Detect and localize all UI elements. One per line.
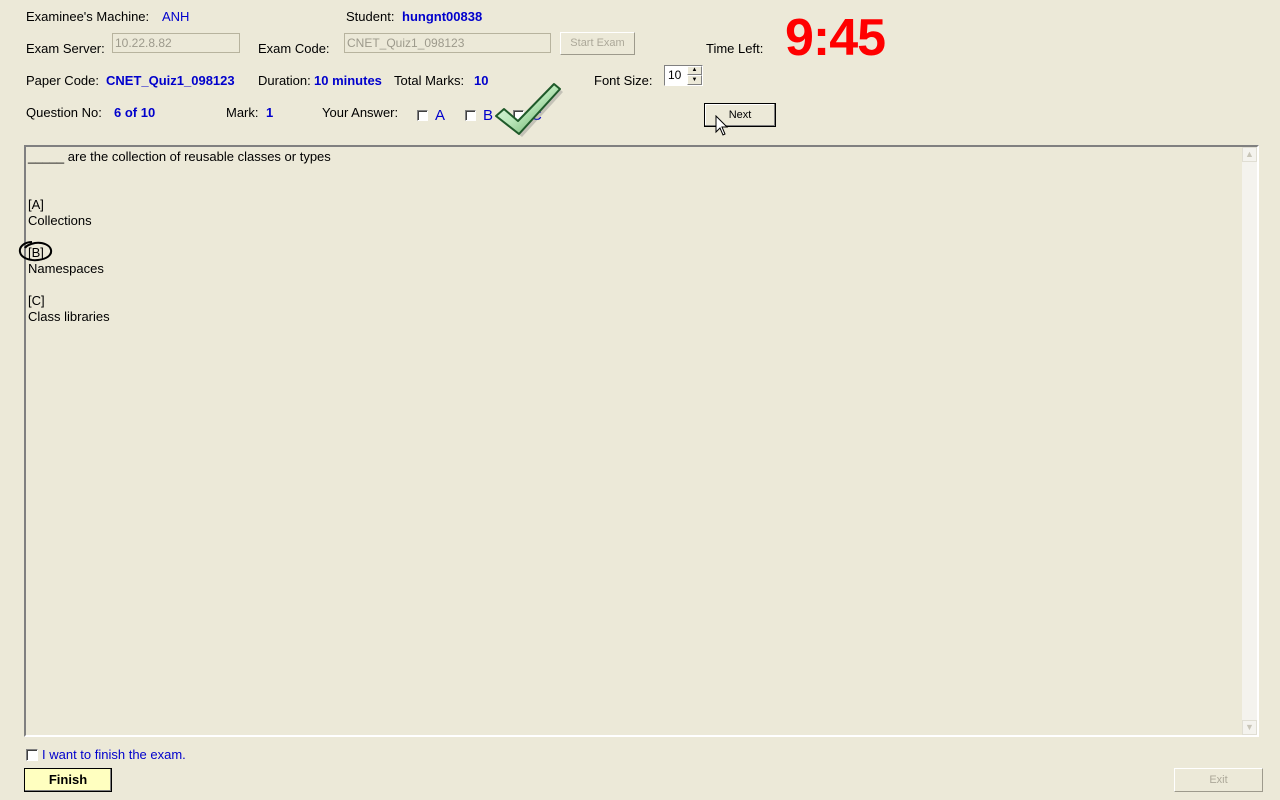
answer-a-checkbox[interactable]	[417, 110, 428, 121]
option-c-key: [C]	[28, 293, 45, 308]
machine-label: Examinee's Machine:	[26, 9, 150, 24]
annotation-circle-icon	[18, 241, 53, 262]
answer-a-label: A	[435, 107, 446, 124]
time-left-label: Time Left:	[706, 41, 764, 56]
paper-code-label: Paper Code:	[26, 73, 99, 88]
time-left-value: 9:45	[785, 9, 886, 67]
total-marks-value: 10	[474, 73, 489, 88]
font-size-value: 10	[668, 68, 682, 82]
finish-exam-checkbox[interactable]	[26, 749, 38, 761]
machine-value: ANH	[162, 9, 190, 24]
question-content-panel[interactable]: _____ are the collection of reusable cla…	[18, 145, 1259, 737]
font-size-spinner[interactable]: 10 ▲ ▼	[664, 65, 703, 86]
start-exam-button[interactable]: Start Exam	[560, 32, 635, 55]
answer-b-checkbox[interactable]	[465, 110, 476, 121]
student-label: Student:	[346, 9, 395, 24]
question-no-value: 6 of 10	[114, 105, 156, 120]
option-c-text: Class libraries	[28, 309, 110, 324]
server-label: Exam Server:	[26, 41, 105, 56]
mark-label: Mark:	[226, 105, 259, 120]
option-a-text: Collections	[28, 213, 92, 228]
total-marks-label: Total Marks:	[394, 73, 465, 88]
finish-button[interactable]: Finish	[24, 768, 112, 792]
exit-button[interactable]: Exit	[1174, 768, 1263, 792]
question-no-label: Question No:	[26, 105, 102, 120]
font-size-label: Font Size:	[594, 73, 653, 88]
option-a-key: [A]	[28, 197, 44, 212]
spin-up-icon[interactable]: ▲	[687, 66, 702, 75]
duration-value: 10 minutes	[314, 73, 382, 88]
exam-code-field: CNET_Quiz1_098123	[344, 33, 551, 53]
duration-label: Duration:	[258, 73, 311, 88]
finish-exam-checkbox-label: I want to finish the exam.	[42, 747, 186, 762]
exam-code-label: Exam Code:	[258, 41, 330, 56]
scroll-up-icon[interactable]: ▲	[1242, 147, 1257, 162]
spin-down-icon[interactable]: ▼	[687, 75, 702, 85]
your-answer-label: Your Answer:	[322, 105, 399, 120]
mark-value: 1	[266, 105, 274, 120]
paper-code-value: CNET_Quiz1_098123	[106, 73, 235, 88]
vertical-scrollbar[interactable]: ▲ ▼	[1242, 147, 1257, 735]
question-text: _____ are the collection of reusable cla…	[28, 149, 331, 164]
server-field: 10.22.8.82	[112, 33, 240, 53]
student-value: hungnt00838	[402, 9, 483, 24]
scroll-down-icon[interactable]: ▼	[1242, 720, 1257, 735]
mouse-cursor-icon	[715, 115, 729, 136]
checkmark-icon	[495, 83, 563, 137]
